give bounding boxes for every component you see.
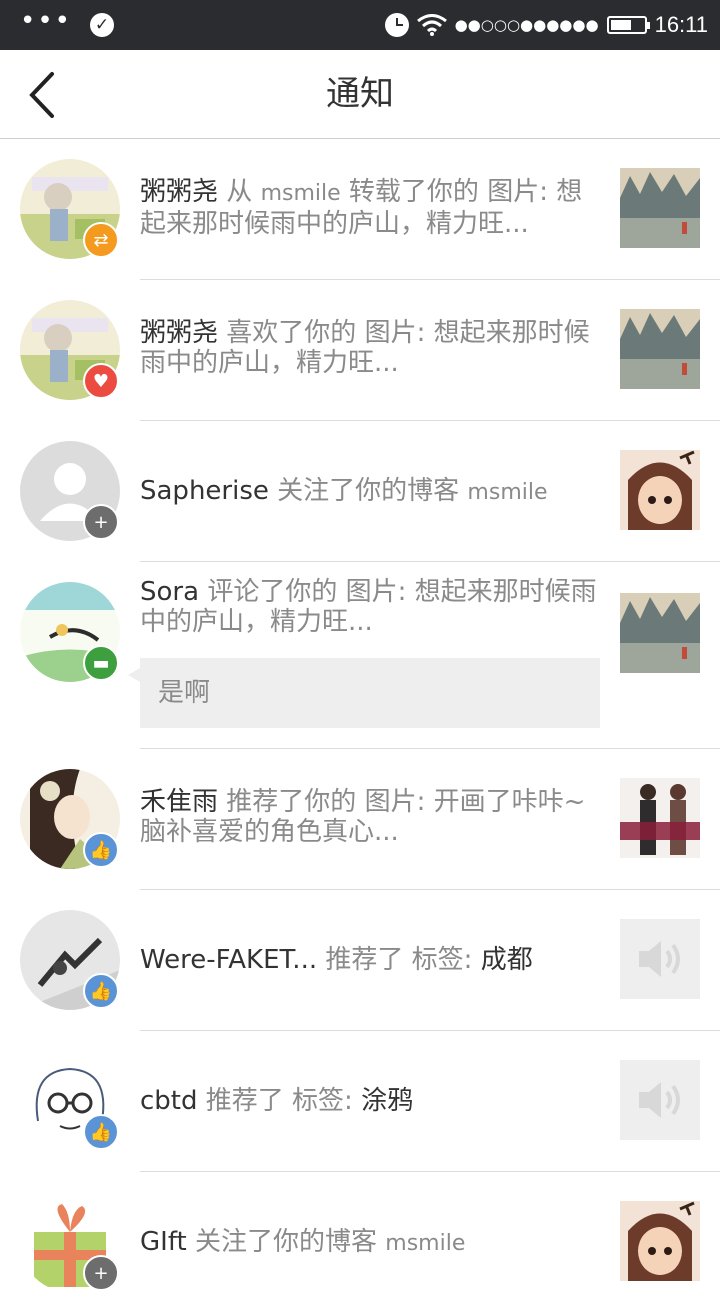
user-name[interactable]: Sapherise xyxy=(140,476,269,506)
heart-icon: ♥ xyxy=(83,363,119,399)
alarm-clock-icon xyxy=(384,13,409,37)
target-user[interactable]: msmile xyxy=(385,1231,465,1256)
check-circle-icon: ✓ xyxy=(90,13,115,37)
status-bar: ••• ✓ ●●○○○●●●●●● 16:11 xyxy=(0,0,720,50)
speaker-icon xyxy=(639,941,680,977)
signal-strength: ●●○○○●●●●●● xyxy=(454,16,599,34)
status-time: 16:11 xyxy=(654,12,708,37)
post-thumbnail[interactable] xyxy=(620,593,700,673)
thumb-up-icon: 👍 xyxy=(83,832,119,868)
notification-text: 粥粥尧 从 msmile 转载了你的 图片: 想起来那时候雨中的庐山，精力旺..… xyxy=(140,177,583,239)
comment-icon: ▬ xyxy=(83,645,119,681)
tag-name[interactable]: 涂鸦 xyxy=(361,1086,413,1116)
plus-icon: + xyxy=(83,1255,119,1291)
notification-text: Sora 评论了你的 图片: 想起来那时候雨中的庐山，精力旺... xyxy=(140,577,597,637)
notification-text: GIft 关注了你的博客 msmile xyxy=(140,1227,466,1257)
tag-name[interactable]: 成都 xyxy=(481,945,533,975)
user-name[interactable]: 粥粥尧 xyxy=(140,318,218,348)
notification-item[interactable]: 👍 Were-FAKET... 推荐了 标签: 成都 xyxy=(0,890,720,1031)
user-name[interactable]: Sora xyxy=(140,577,199,607)
plus-icon: + xyxy=(83,504,119,540)
user-thumbnail[interactable] xyxy=(620,450,700,530)
user-name[interactable]: cbtd xyxy=(140,1086,198,1116)
notification-item[interactable]: ▬ Sora 评论了你的 图片: 想起来那时候雨中的庐山，精力旺... 是啊 xyxy=(0,562,720,749)
user-name[interactable]: GIft xyxy=(140,1227,187,1257)
notification-item[interactable]: 👍 cbtd 推荐了 标签: 涂鸦 xyxy=(0,1031,720,1172)
notification-item[interactable]: 👍 禾隹雨 推荐了你的 图片: 开画了咔咔~脑补喜爱的角色真心... xyxy=(0,749,720,890)
wifi-icon xyxy=(416,14,447,36)
thumb-up-icon: 👍 xyxy=(83,973,119,1009)
notification-text: Sapherise 关注了你的博客 msmile xyxy=(140,476,548,506)
comment-bubble[interactable]: 是啊 xyxy=(128,658,600,728)
tag-thumbnail[interactable] xyxy=(620,1060,700,1140)
notification-text: 粥粥尧 喜欢了你的 图片: 想起来那时候雨中的庐山，精力旺... xyxy=(140,318,590,378)
notification-item[interactable]: ⇄ 粥粥尧 从 msmile 转载了你的 图片: 想起来那时候雨中的庐山，精力旺… xyxy=(0,139,720,280)
post-thumbnail[interactable] xyxy=(620,309,700,389)
notification-text: Were-FAKET... 推荐了 标签: 成都 xyxy=(140,945,533,975)
notification-item[interactable]: + GIft 关注了你的博客 msmile xyxy=(0,1172,720,1313)
notification-item[interactable]: ♥ 粥粥尧 喜欢了你的 图片: 想起来那时候雨中的庐山，精力旺... xyxy=(0,280,720,421)
user-name[interactable]: 禾隹雨 xyxy=(140,787,218,817)
page-title: 通知 xyxy=(326,74,394,114)
notification-text: 禾隹雨 推荐了你的 图片: 开画了咔咔~脑补喜爱的角色真心... xyxy=(140,787,586,847)
notification-text: cbtd 推荐了 标签: 涂鸦 xyxy=(140,1086,414,1116)
notification-list: ⇄ 粥粥尧 从 msmile 转载了你的 图片: 想起来那时候雨中的庐山，精力旺… xyxy=(0,139,720,1313)
tag-thumbnail[interactable] xyxy=(620,919,700,999)
notification-item[interactable]: + Sapherise 关注了你的博客 msmile xyxy=(0,421,720,562)
user-name[interactable]: Were-FAKET... xyxy=(140,945,317,975)
target-user[interactable]: msmile xyxy=(261,181,341,206)
more-dots-icon: ••• xyxy=(20,6,73,36)
thumb-up-icon: 👍 xyxy=(83,1114,119,1150)
user-thumbnail[interactable] xyxy=(620,1201,700,1281)
target-user[interactable]: msmile xyxy=(467,480,547,505)
post-thumbnail[interactable] xyxy=(620,168,700,248)
post-thumbnail[interactable] xyxy=(620,778,700,858)
header-bar: 通知 xyxy=(0,50,720,139)
battery-icon xyxy=(606,16,650,34)
speaker-icon xyxy=(639,1082,680,1118)
repost-icon: ⇄ xyxy=(83,222,119,258)
comment-text: 是啊 xyxy=(158,678,211,708)
user-name[interactable]: 粥粥尧 xyxy=(140,177,218,207)
